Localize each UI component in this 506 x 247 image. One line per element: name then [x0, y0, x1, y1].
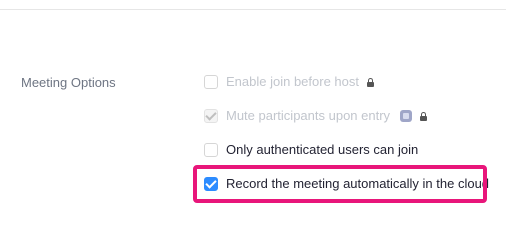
authenticated-users-label[interactable]: Only authenticated users can join [226, 142, 418, 158]
option-mute-participants: Mute participants upon entry [204, 107, 428, 125]
mute-participants-label: Mute participants upon entry [226, 108, 391, 123]
join-before-host-label: Enable join before host [226, 74, 359, 89]
option-join-before-host: Enable join before host [204, 73, 374, 91]
info-badge-icon[interactable] [400, 110, 413, 122]
top-divider [0, 9, 506, 10]
section-label-meeting-options: Meeting Options [21, 75, 116, 90]
meeting-settings-panel: Meeting Options Enable join before host … [0, 0, 506, 247]
authenticated-users-checkbox[interactable] [204, 143, 218, 157]
option-authenticated-users[interactable]: Only authenticated users can join [204, 141, 418, 159]
lock-icon [366, 77, 374, 87]
highlight-box [193, 165, 487, 203]
join-before-host-checkbox [204, 75, 218, 89]
check-icon [205, 109, 217, 121]
mute-participants-checkbox [204, 109, 218, 123]
lock-icon [420, 111, 428, 121]
